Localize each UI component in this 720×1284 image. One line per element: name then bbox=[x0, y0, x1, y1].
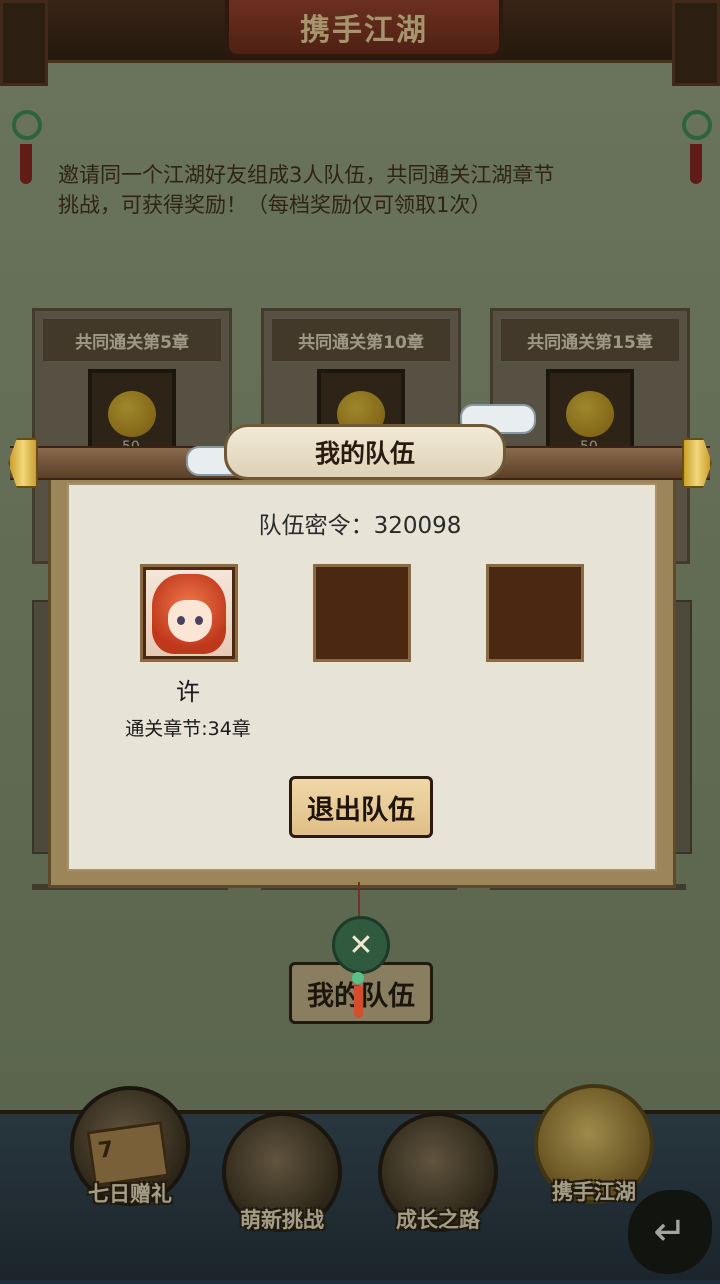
member-name: 许 bbox=[176, 678, 200, 706]
close-cord bbox=[358, 882, 360, 920]
member-slot-2[interactable] bbox=[313, 564, 411, 662]
member-chapter: 通关章节:34章 bbox=[125, 718, 251, 740]
password-value: 320098 bbox=[373, 513, 462, 539]
member-slot-1[interactable] bbox=[140, 564, 238, 662]
jade-bead-icon bbox=[352, 972, 364, 984]
password-label: 队伍密令： bbox=[258, 513, 374, 539]
team-password: 队伍密令：320098 bbox=[0, 506, 720, 540]
tassel-tail bbox=[354, 986, 363, 1018]
modal-title: 我的队伍 bbox=[224, 424, 506, 480]
leave-team-button[interactable]: 退出队伍 bbox=[289, 776, 433, 838]
avatar bbox=[146, 570, 232, 656]
crossed-swords-close-icon[interactable]: ✕ bbox=[332, 916, 390, 974]
member-slot-3[interactable] bbox=[486, 564, 584, 662]
